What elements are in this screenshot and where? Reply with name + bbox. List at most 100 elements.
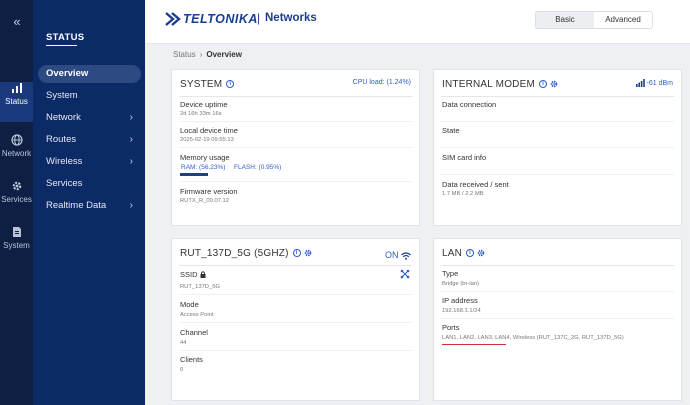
lan-card: LAN i Type Bridge (br-lan) IP address 192… [433, 238, 682, 401]
menu-item-label: Overview [46, 68, 89, 79]
menu-item-label: Wireless [46, 156, 83, 167]
sim-card-label: SIM card info [442, 153, 487, 162]
annotation-underline [442, 344, 506, 346]
row-divider [179, 181, 412, 182]
time-label: Local device time [180, 126, 238, 135]
firmware-value: RUTX_R_00.07.12 [180, 198, 229, 204]
info-icon[interactable]: i [292, 249, 301, 258]
card-divider [441, 96, 674, 97]
row-divider [441, 174, 674, 175]
breadcrumb-chevron-icon: › [199, 50, 203, 59]
network-topology-icon[interactable] [400, 269, 410, 279]
gear-icon [12, 181, 21, 191]
card-title-text: INTERNAL MODEM [442, 79, 535, 90]
teltonika-logo-icon [165, 12, 181, 26]
chevron-right-icon: › [129, 112, 133, 123]
menu-item-label: Realtime Data [46, 200, 107, 211]
menu-item-label: Routes [46, 134, 77, 145]
card-divider [179, 265, 412, 266]
rail-item-network[interactable]: Network [0, 134, 33, 174]
wireless-card: RUT_137D_5G (5GHZ) i ON SSID RUT_137D_5G … [171, 238, 420, 401]
card-title: RUT_137D_5G (5GHZ) i [180, 248, 312, 259]
top-bar: TELTONIKA | Networks Basic Advanced [145, 0, 690, 44]
uptime-value: 2d 16h 33m 16s [180, 111, 222, 117]
row-divider [179, 322, 412, 323]
info-icon[interactable]: i [466, 249, 475, 258]
ports-label: Ports [442, 323, 460, 332]
memory-label: Memory usage [180, 153, 230, 162]
rail-item-label: Services [1, 195, 32, 204]
card-title: INTERNAL MODEM i [442, 79, 558, 90]
data-transfer-value: 1.7 MB / 2.2 MB [442, 191, 484, 197]
document-icon [12, 227, 21, 237]
gear-icon[interactable] [550, 80, 558, 88]
menu-title-underline [46, 45, 77, 46]
gear-icon[interactable] [477, 249, 485, 257]
ram-usage-bar [180, 173, 208, 176]
signal-strength: -61 dBm [635, 79, 673, 87]
breadcrumb-parent[interactable]: Status [173, 50, 196, 59]
gear-icon[interactable] [304, 249, 312, 257]
menu-item-overview[interactable]: Overview [38, 65, 141, 83]
rail-item-status[interactable]: Status [0, 82, 33, 122]
menu-item-realtime-data[interactable]: Realtime Data › [38, 197, 141, 215]
uptime-label: Device uptime [180, 100, 228, 109]
brand-name: TELTONIKA [183, 12, 258, 26]
signal-value: -61 dBm [646, 79, 673, 87]
advanced-mode-button[interactable]: Advanced [594, 12, 652, 28]
clients-label: Clients [180, 355, 203, 364]
brand-separator: | [257, 11, 261, 25]
info-icon[interactable]: i [539, 80, 547, 89]
chevron-right-icon: › [129, 156, 133, 167]
collapse-toggle-icon[interactable]: « [0, 14, 33, 29]
menu-item-wireless[interactable]: Wireless › [38, 153, 141, 171]
ram-usage: RAM: (56.23%) [181, 164, 226, 171]
card-title: LAN i [442, 248, 485, 259]
lock-icon [200, 271, 206, 278]
signal-bars-icon [635, 79, 645, 87]
card-divider [179, 96, 412, 97]
globe-icon [10, 134, 23, 146]
menu-item-label: Services [46, 178, 83, 189]
clients-value: 0 [180, 367, 184, 373]
rail-item-label: Status [5, 97, 28, 106]
rail-item-services[interactable]: Services [0, 180, 33, 220]
row-divider [179, 350, 412, 351]
chevron-right-icon: › [129, 134, 133, 145]
menu-item-network[interactable]: Network › [38, 109, 141, 127]
data-transfer-label: Data received / sent [442, 180, 509, 189]
menu-item-services[interactable]: Services [38, 175, 141, 193]
wifi-status: ON [385, 250, 411, 260]
wifi-icon [401, 252, 411, 260]
cpu-load: CPU load: (1.24%) [352, 79, 411, 86]
signal-bars-icon [11, 83, 22, 93]
side-menu: STATUS Overview System Network › Routes › … [33, 0, 145, 405]
row-divider [441, 121, 674, 122]
wifi-status-text: ON [384, 250, 399, 260]
channel-value: 44 [180, 340, 187, 346]
card-title-text: RUT_137D_5G (5GHZ) [180, 248, 289, 259]
menu-item-system[interactable]: System [38, 87, 141, 105]
channel-label: Channel [180, 328, 208, 337]
row-divider [179, 147, 412, 148]
rail-item-label: System [3, 241, 30, 250]
info-icon[interactable]: i [226, 80, 235, 89]
card-title-text: SYSTEM [180, 79, 223, 90]
basic-mode-button[interactable]: Basic [536, 12, 594, 28]
time-value: 2025-02-19 09:55:13 [180, 137, 234, 143]
row-divider [441, 147, 674, 148]
ssid-label-text: SSID [180, 270, 198, 279]
icon-rail: « Status Network Services System [0, 0, 33, 405]
row-divider [179, 294, 412, 295]
mode-toggle: Basic Advanced [535, 11, 653, 29]
firmware-label: Firmware version [180, 187, 238, 196]
breadcrumb: Status › Overview [173, 50, 242, 59]
ssid-label: SSID [180, 270, 206, 279]
data-connection-label: Data connection [442, 100, 497, 109]
mode-label: Mode [180, 300, 199, 309]
menu-item-routes[interactable]: Routes › [38, 131, 141, 149]
rail-item-system[interactable]: System [0, 226, 33, 266]
card-title: SYSTEM i [180, 79, 235, 90]
menu-section-title: STATUS [46, 32, 85, 43]
system-card: SYSTEM i CPU load: (1.24%) Device uptime … [171, 69, 420, 226]
